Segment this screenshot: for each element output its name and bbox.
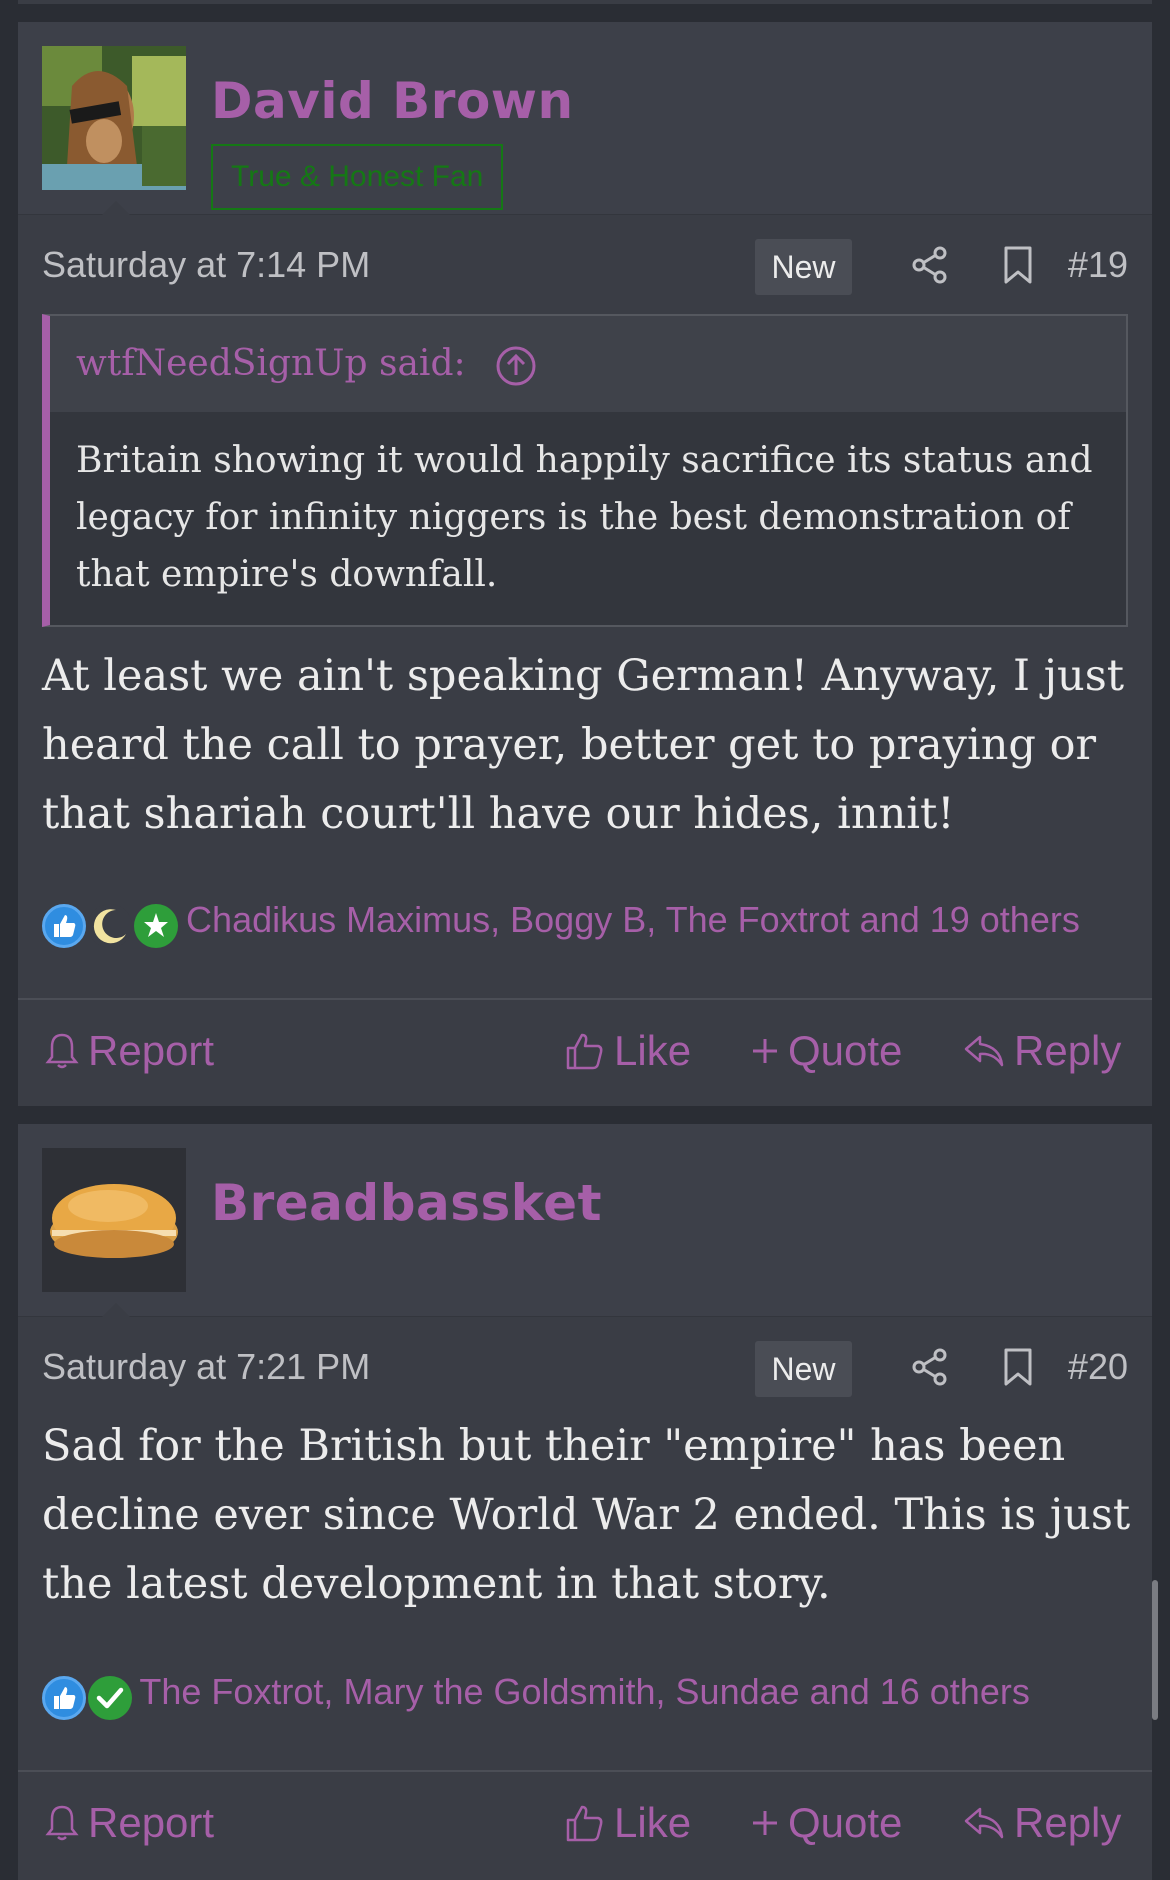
like-button[interactable]: Like xyxy=(564,1001,691,1101)
post-19: David Brown True & Honest Fan Saturday a… xyxy=(18,22,1152,1106)
reply-label: Reply xyxy=(1014,1027,1122,1074)
quote-block: wtfNeedSignUp said: Britain showing it w… xyxy=(42,314,1128,627)
post-header: David Brown True & Honest Fan xyxy=(18,22,1152,215)
username[interactable]: Breadbassket xyxy=(211,1174,602,1232)
reactions-bar[interactable]: The Foxtrot, Mary the Goldsmith, Sundae … xyxy=(42,1666,1102,1720)
checkmark-icon xyxy=(88,1675,133,1720)
new-badge: New xyxy=(755,239,852,295)
post-header: Breadbassket xyxy=(18,1124,1152,1317)
reactions-bar[interactable]: Chadikus Maximus, Boggy B, The Foxtrot a… xyxy=(42,894,1102,948)
post-20: Breadbassket Saturday at 7:21 PM New #20… xyxy=(18,1124,1152,1880)
user-avatar[interactable] xyxy=(42,46,186,190)
report-button[interactable]: Report xyxy=(44,1001,214,1101)
reaction-icons xyxy=(42,1669,133,1720)
post-message: Sad for the British but their "empire" h… xyxy=(42,1421,1131,1609)
avatar-caret xyxy=(102,201,130,215)
like-button[interactable]: Like xyxy=(564,1773,691,1873)
reply-label: Reply xyxy=(1014,1799,1122,1846)
reactions-text[interactable]: Chadikus Maximus, Boggy B, The Foxtrot a… xyxy=(186,899,1080,940)
previous-post-edge xyxy=(18,0,1152,4)
reply-icon xyxy=(964,1807,1004,1839)
reply-icon xyxy=(964,1035,1004,1067)
post-number[interactable]: #20 xyxy=(1068,1317,1128,1417)
quote-author[interactable]: wtfNeedSignUp said: xyxy=(76,343,466,384)
post-date[interactable]: Saturday at 7:21 PM xyxy=(42,1317,370,1417)
jump-to-quote-icon[interactable] xyxy=(495,345,537,387)
post-actions: Report Like Quote Reply xyxy=(18,1001,1152,1101)
bell-icon xyxy=(45,1805,79,1841)
post-number[interactable]: #19 xyxy=(1068,215,1128,315)
quote-header[interactable]: wtfNeedSignUp said: xyxy=(50,316,1126,412)
post-meta: Saturday at 7:14 PM New #19 xyxy=(42,215,1128,315)
thumbs-up-icon xyxy=(42,1675,86,1720)
reply-button[interactable]: Reply xyxy=(962,1773,1121,1873)
reply-button[interactable]: Reply xyxy=(962,1001,1121,1101)
report-button[interactable]: Report xyxy=(44,1773,214,1873)
report-label: Report xyxy=(88,1799,215,1846)
plus-icon xyxy=(753,1039,777,1063)
quote-button[interactable]: Quote xyxy=(750,1773,902,1873)
new-badge: New xyxy=(755,1341,852,1397)
star-icon xyxy=(134,903,179,948)
bell-icon xyxy=(45,1033,79,1069)
avatar-caret xyxy=(102,1303,130,1317)
quote-text: Britain showing it would happily sacrifi… xyxy=(50,412,1126,625)
post-actions: Report Like Quote Reply xyxy=(18,1773,1152,1873)
quote-label: Quote xyxy=(788,1799,903,1846)
quote-button[interactable]: Quote xyxy=(750,1001,902,1101)
share-icon[interactable] xyxy=(910,245,950,285)
thumbs-up-icon xyxy=(42,903,86,948)
action-divider xyxy=(18,998,1152,1000)
report-label: Report xyxy=(88,1027,215,1074)
bread-bun-avatar[interactable] xyxy=(42,1148,186,1292)
thumbs-up-outline-icon xyxy=(566,1033,603,1070)
user-title: True & Honest Fan xyxy=(211,144,504,210)
scrollbar[interactable] xyxy=(1152,1580,1158,1720)
share-icon[interactable] xyxy=(910,1347,950,1387)
reactions-text[interactable]: The Foxtrot, Mary the Goldsmith, Sundae … xyxy=(139,1671,1029,1712)
bookmark-icon[interactable] xyxy=(1000,245,1036,285)
quote-label: Quote xyxy=(788,1027,903,1074)
username[interactable]: David Brown xyxy=(211,72,574,130)
post-meta: Saturday at 7:21 PM New #20 xyxy=(42,1317,1128,1417)
moon-icon xyxy=(88,903,133,948)
thumbs-up-outline-icon xyxy=(566,1805,603,1842)
post-date[interactable]: Saturday at 7:14 PM xyxy=(42,215,370,315)
reaction-icons xyxy=(42,897,179,948)
bookmark-icon[interactable] xyxy=(1000,1347,1036,1387)
post-message: At least we ain't speaking German! Anywa… xyxy=(42,651,1125,839)
plus-icon xyxy=(753,1811,777,1835)
like-label: Like xyxy=(614,1799,692,1846)
like-label: Like xyxy=(614,1027,692,1074)
action-divider xyxy=(18,1770,1152,1772)
